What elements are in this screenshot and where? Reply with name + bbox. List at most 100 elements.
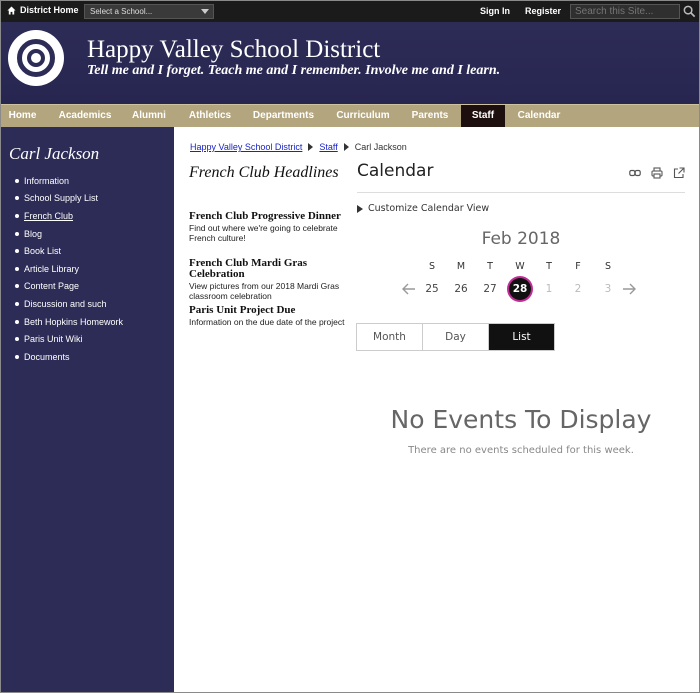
sidebar-item-information[interactable]: Information (15, 172, 123, 190)
bullet-icon (15, 178, 19, 183)
headline-description: Find out where we're going to celebrate … (189, 223, 338, 243)
register-link[interactable]: Register (525, 6, 561, 16)
headline-description: Information on the due date of the proje… (189, 317, 345, 327)
page-frame: District Home Select a School... Sign In… (0, 0, 700, 693)
headline-description: View pictures from our 2018 Mardi Gras c… (189, 281, 340, 301)
sidebar-item-school-supply-list[interactable]: School Supply List (15, 190, 123, 208)
bullet-icon (15, 213, 19, 218)
sign-in-link[interactable]: Sign In (480, 6, 510, 16)
print-icon[interactable] (651, 167, 663, 179)
sidebar-item-article-library[interactable]: Article Library (15, 260, 123, 278)
sidebar: Carl Jackson Information School Supply L… (1, 127, 174, 692)
bullet-icon (15, 284, 19, 289)
sidebar-item-label: Documents (24, 351, 70, 362)
next-week-arrow-icon[interactable] (621, 281, 637, 297)
view-tab-day[interactable]: Day (423, 324, 489, 350)
view-tab-list[interactable]: List (489, 324, 554, 350)
calendar-day[interactable]: 25 (421, 278, 443, 300)
logo-ring-inner (27, 49, 45, 67)
nav-departments[interactable]: Departments (246, 105, 321, 127)
district-home-label: District Home (20, 5, 79, 15)
weekday-label: F (575, 261, 581, 272)
nav-calendar[interactable]: Calendar (511, 105, 567, 127)
previous-week-arrow-icon[interactable] (401, 281, 417, 297)
school-select[interactable]: Select a School... (84, 4, 214, 19)
search-icon[interactable] (682, 4, 697, 19)
nav-staff[interactable]: Staff (461, 105, 505, 127)
sidebar-item-homework[interactable]: Beth Hopkins Homework (15, 313, 123, 331)
sidebar-menu: Information School Supply List French Cl… (15, 172, 123, 366)
view-tab-month[interactable]: Month (357, 324, 423, 350)
sidebar-item-label: Paris Unit Wiki (24, 334, 83, 345)
empty-state-message: There are no events scheduled for this w… (408, 445, 634, 456)
bullet-icon (15, 301, 19, 306)
sidebar-item-label: Content Page (24, 281, 80, 292)
calendar-day[interactable]: 26 (450, 278, 472, 300)
bullet-icon (15, 231, 19, 236)
nav-academics[interactable]: Academics (50, 105, 120, 127)
calendar-divider (357, 192, 685, 193)
month-label: Feb 2018 (481, 229, 561, 249)
sidebar-item-documents[interactable]: Documents (15, 348, 123, 366)
link-icon[interactable] (629, 167, 641, 179)
site-header: Happy Valley School District Tell me and… (1, 22, 699, 104)
external-link-icon[interactable] (673, 167, 685, 179)
weekday-label: S (604, 261, 612, 272)
chevron-down-icon (201, 9, 209, 14)
sidebar-item-content-page[interactable]: Content Page (15, 278, 123, 296)
site-search-input[interactable] (570, 4, 680, 19)
calendar-day[interactable]: 27 (479, 278, 501, 300)
calendar-day[interactable]: 3 (597, 278, 619, 300)
bullet-icon (15, 249, 19, 254)
site-title: Happy Valley School District (87, 36, 381, 63)
headline-item[interactable]: Paris Unit Project Due Information on th… (189, 305, 351, 328)
sidebar-item-label: Article Library (24, 263, 80, 274)
main-nav: Home Academics Alumni Athletics Departme… (1, 104, 699, 127)
sidebar-item-label: School Supply List (24, 193, 99, 204)
sidebar-item-label: Information (24, 175, 70, 186)
weekday-label: W (515, 261, 525, 272)
headline-item[interactable]: French Club Mardi Gras Celebration View … (189, 258, 351, 302)
breadcrumb-staff-link[interactable]: Staff (319, 142, 337, 152)
district-home-link[interactable]: District Home (7, 5, 79, 15)
bullet-icon (15, 266, 19, 271)
nav-athletics[interactable]: Athletics (181, 105, 239, 127)
headline-title[interactable]: French Club Progressive Dinner (189, 211, 351, 222)
chevron-right-icon (343, 143, 349, 151)
customize-label: Customize Calendar View (368, 203, 490, 214)
sidebar-item-discussion[interactable]: Discussion and such (15, 295, 123, 313)
sidebar-item-blog[interactable]: Blog (15, 225, 123, 243)
nav-curriculum[interactable]: Curriculum (329, 105, 397, 127)
breadcrumb-current: Carl Jackson (354, 142, 407, 152)
calendar-title: Calendar (357, 161, 434, 181)
customize-calendar-toggle[interactable]: Customize Calendar View (357, 203, 489, 214)
sidebar-item-paris-unit-wiki[interactable]: Paris Unit Wiki (15, 330, 123, 348)
nav-parents[interactable]: Parents (404, 105, 456, 127)
caret-right-icon (357, 204, 363, 213)
sidebar-item-french-club[interactable]: French Club (15, 207, 123, 225)
bullet-icon (15, 196, 19, 201)
calendar-view-tabs: Month Day List (356, 323, 555, 351)
headlines-title: French Club Headlines (189, 164, 339, 181)
calendar-day[interactable]: 2 (567, 278, 589, 300)
sidebar-item-label: Beth Hopkins Homework (24, 316, 124, 327)
calendar-day-today[interactable]: 28 (509, 278, 531, 300)
district-logo[interactable] (8, 30, 64, 86)
headline-title[interactable]: Paris Unit Project Due (189, 305, 351, 316)
sidebar-heading: Carl Jackson (9, 144, 100, 163)
breadcrumb-district-link[interactable]: Happy Valley School District (190, 142, 302, 152)
headline-item[interactable]: French Club Progressive Dinner Find out … (189, 211, 351, 244)
home-icon (7, 5, 16, 15)
empty-state-title: No Events To Display (390, 405, 652, 434)
bullet-icon (15, 354, 19, 359)
sidebar-item-label: Blog (24, 228, 43, 239)
calendar-day[interactable]: 1 (538, 278, 560, 300)
nav-home[interactable]: Home (1, 105, 44, 127)
sidebar-item-book-list[interactable]: Book List (15, 242, 123, 260)
bullet-icon (15, 319, 19, 324)
sidebar-item-label: Book List (24, 246, 62, 257)
headline-title[interactable]: French Club Mardi Gras Celebration (189, 258, 351, 280)
chevron-right-icon (308, 143, 314, 151)
weekday-label: M (456, 261, 466, 272)
nav-alumni[interactable]: Alumni (125, 105, 173, 127)
